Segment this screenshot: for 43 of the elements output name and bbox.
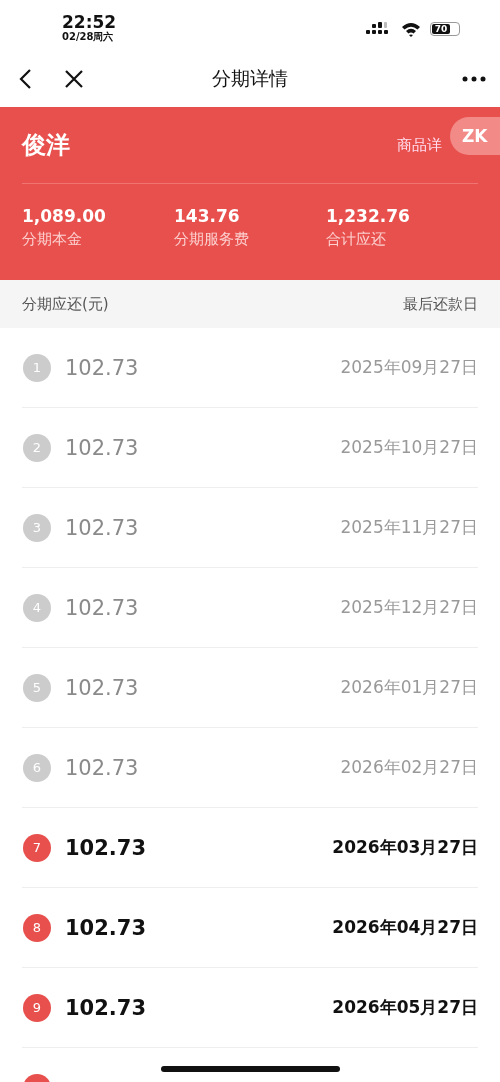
- more-icon: [462, 75, 486, 82]
- close-button[interactable]: [64, 68, 84, 89]
- close-icon: [64, 68, 84, 89]
- installment-number: 7: [23, 833, 51, 862]
- due-date: 2025年10月27日: [340, 436, 478, 459]
- installment-amount: 102.73: [65, 835, 147, 860]
- due-date: 2026年03月27日: [332, 836, 478, 859]
- clock-time: 22:52: [62, 13, 117, 31]
- floating-app-badge[interactable]: ZK: [450, 117, 500, 155]
- due-date: 2026年05月27日: [332, 996, 478, 1019]
- installment-number: 9: [23, 993, 51, 1022]
- page-title: 分期详情: [212, 65, 288, 91]
- amount-label: 分期本金: [22, 230, 83, 249]
- installment-amount: 102.73: [65, 675, 139, 700]
- clock-date: 02/28周六: [62, 31, 114, 43]
- battery-indicator: 70: [430, 22, 460, 36]
- amount-value: 1,232.76: [326, 206, 411, 226]
- due-date: 2026年02月27日: [340, 756, 478, 779]
- due-date: 2026年01月27日: [340, 676, 478, 699]
- installment-number: 8: [23, 913, 51, 942]
- amount-value: 143.76: [174, 206, 241, 226]
- installment-amount: 102.73: [65, 515, 139, 540]
- column-header: 最后还款日: [403, 294, 478, 314]
- installment-amount: 102.73: [65, 595, 139, 620]
- product-details-link[interactable]: 商品详: [397, 135, 442, 155]
- installment-amount: 102.73: [65, 755, 139, 780]
- back-button[interactable]: [18, 67, 32, 90]
- merchant-name: 俊洋: [22, 130, 70, 161]
- due-date: 2025年09月27日: [340, 356, 478, 379]
- amount-label: 合计应还: [326, 230, 387, 249]
- amount-value: 1,089.00: [22, 206, 107, 226]
- installment-amount: 102.73: [65, 915, 147, 940]
- installment-amount: 102.73: [65, 435, 139, 460]
- column-header: 分期应还(元): [22, 294, 109, 314]
- wifi-icon: [401, 21, 421, 37]
- back-icon: [18, 67, 32, 90]
- amount-label: 分期服务费: [174, 230, 250, 249]
- installment-amount: 102.73: [65, 995, 147, 1020]
- more-button[interactable]: [462, 75, 486, 82]
- due-date: 2025年12月27日: [340, 596, 478, 619]
- due-date: 2026年04月27日: [332, 916, 478, 939]
- installment-amount: 102.73: [65, 355, 139, 380]
- due-date: 2025年11月27日: [340, 516, 478, 539]
